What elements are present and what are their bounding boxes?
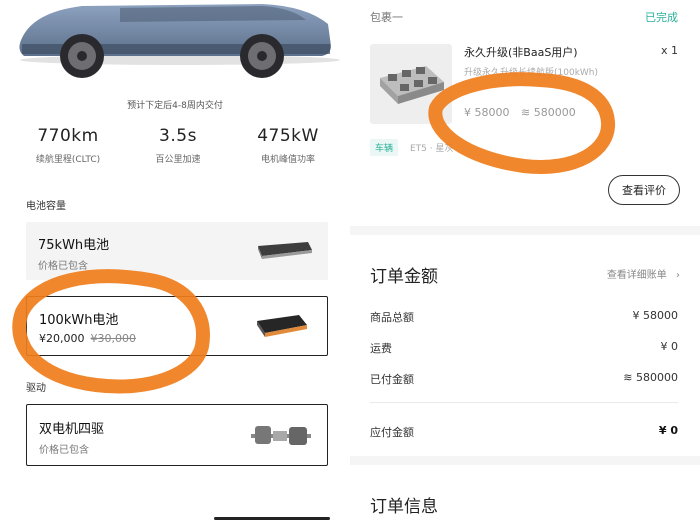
delivery-note: 预计下定后4-8周内交付 (127, 101, 223, 111)
product-image (370, 44, 452, 124)
spec-range: 770km 续航里程(CLTC) (18, 126, 118, 165)
order-info-title: 订单信息 (370, 497, 438, 517)
spec-acceleration: 3.5s 百公里加速 (128, 126, 228, 165)
vehicle-tag: 车辆 (370, 139, 399, 156)
summary-row-shipping: 运费 ¥ 0 (370, 340, 678, 356)
vehicle-spec: ET5 · 星灰 (410, 144, 454, 154)
row-value: 580000 (636, 371, 678, 384)
battery-section-title: 电池容量 (26, 201, 66, 212)
option-name: 100kWh电池 (39, 313, 119, 328)
package-status: 已完成 (645, 11, 678, 24)
row-value: ¥ 0 (660, 340, 679, 353)
product-description: 升级永久升级长续航版(100kWh) (464, 68, 599, 78)
row-value-points: ≋ 580000 (623, 371, 678, 384)
points-icon: ≋ (623, 371, 636, 384)
drive-section-title: 驱动 (26, 383, 46, 394)
row-label: 运费 (370, 342, 392, 355)
view-bill-label: 查看详细账单 (606, 270, 667, 281)
battery-option-100kwh[interactable]: 100kWh电池 ¥20,000 ¥30,000 (26, 296, 328, 356)
spec-label: 电机峰值功率 (260, 155, 315, 165)
car-image (0, 0, 350, 90)
battery-modules-icon (380, 66, 444, 104)
row-label: 已付金额 (370, 373, 414, 386)
product-price: ¥ 58000 (464, 106, 510, 119)
section-separator (350, 226, 700, 235)
row-value: ¥ 58000 (632, 309, 679, 322)
points-icon: ≋ (521, 106, 531, 119)
option-sub: 价格已包含 (38, 261, 88, 272)
battery-option-75kwh[interactable]: 75kWh电池 价格已包含 (26, 222, 328, 280)
spec-value: 770km (37, 126, 99, 146)
package-label: 包裹一 (370, 11, 403, 24)
drive-option-dual-motor[interactable]: 双电机四驱 价格已包含 (26, 404, 328, 466)
option-name: 双电机四驱 (39, 422, 105, 437)
car-config-panel: 预计下定后4-8周内交付 770km 续航里程(CLTC) 3.5s 百公里加速… (0, 0, 350, 525)
battery-pack-icon (258, 242, 312, 259)
spec-power: 475kW 电机峰值功率 (238, 126, 338, 165)
option-sub: 价格已包含 (39, 445, 89, 456)
price-current: ¥20,000 (39, 332, 85, 345)
product-points: 580000 (533, 106, 576, 119)
section-separator (350, 456, 700, 465)
row-value: ¥ 0 (658, 424, 678, 437)
spec-label: 续航里程(CLTC) (35, 155, 101, 165)
product-name: 永久升级(非BaaS用户) (464, 46, 578, 59)
view-bill-link[interactable]: 查看详细账单 › (607, 266, 680, 281)
home-indicator (214, 517, 330, 520)
view-review-button[interactable]: 查看评价 (608, 175, 680, 205)
spec-label: 百公里加速 (155, 155, 201, 165)
option-price: ¥20,000 ¥30,000 (39, 332, 136, 345)
summary-divider (370, 402, 678, 403)
drivetrain-icon (251, 426, 311, 445)
summary-row-payable: 应付金额 ¥ 0 (370, 424, 678, 440)
option-name: 75kWh电池 (38, 238, 110, 253)
row-label: 应付金额 (370, 426, 414, 439)
battery-pack-icon (257, 315, 307, 337)
product-prices: ¥ 58000 ≋ 580000 (464, 106, 576, 119)
summary-row-paid: 已付金额 ≋ 580000 (370, 371, 678, 387)
spec-list: 770km 续航里程(CLTC) 3.5s 百公里加速 475kW 电机峰值功率 (18, 126, 338, 165)
car-illustration (19, 4, 340, 78)
chevron-right-icon: › (676, 270, 680, 281)
order-detail-panel: 包裹一 已完成 永久升级(非BaaS用户) x 1 升级永久升级长续航版(100… (350, 0, 700, 525)
row-label: 商品总额 (370, 311, 414, 324)
spec-value: 3.5s (159, 126, 197, 146)
summary-row-subtotal: 商品总额 ¥ 58000 (370, 309, 678, 325)
price-original: ¥30,000 (90, 332, 137, 345)
spec-value: 475kW (257, 126, 319, 146)
product-quantity: x 1 (660, 44, 678, 57)
order-amount-title: 订单金额 (370, 267, 438, 287)
